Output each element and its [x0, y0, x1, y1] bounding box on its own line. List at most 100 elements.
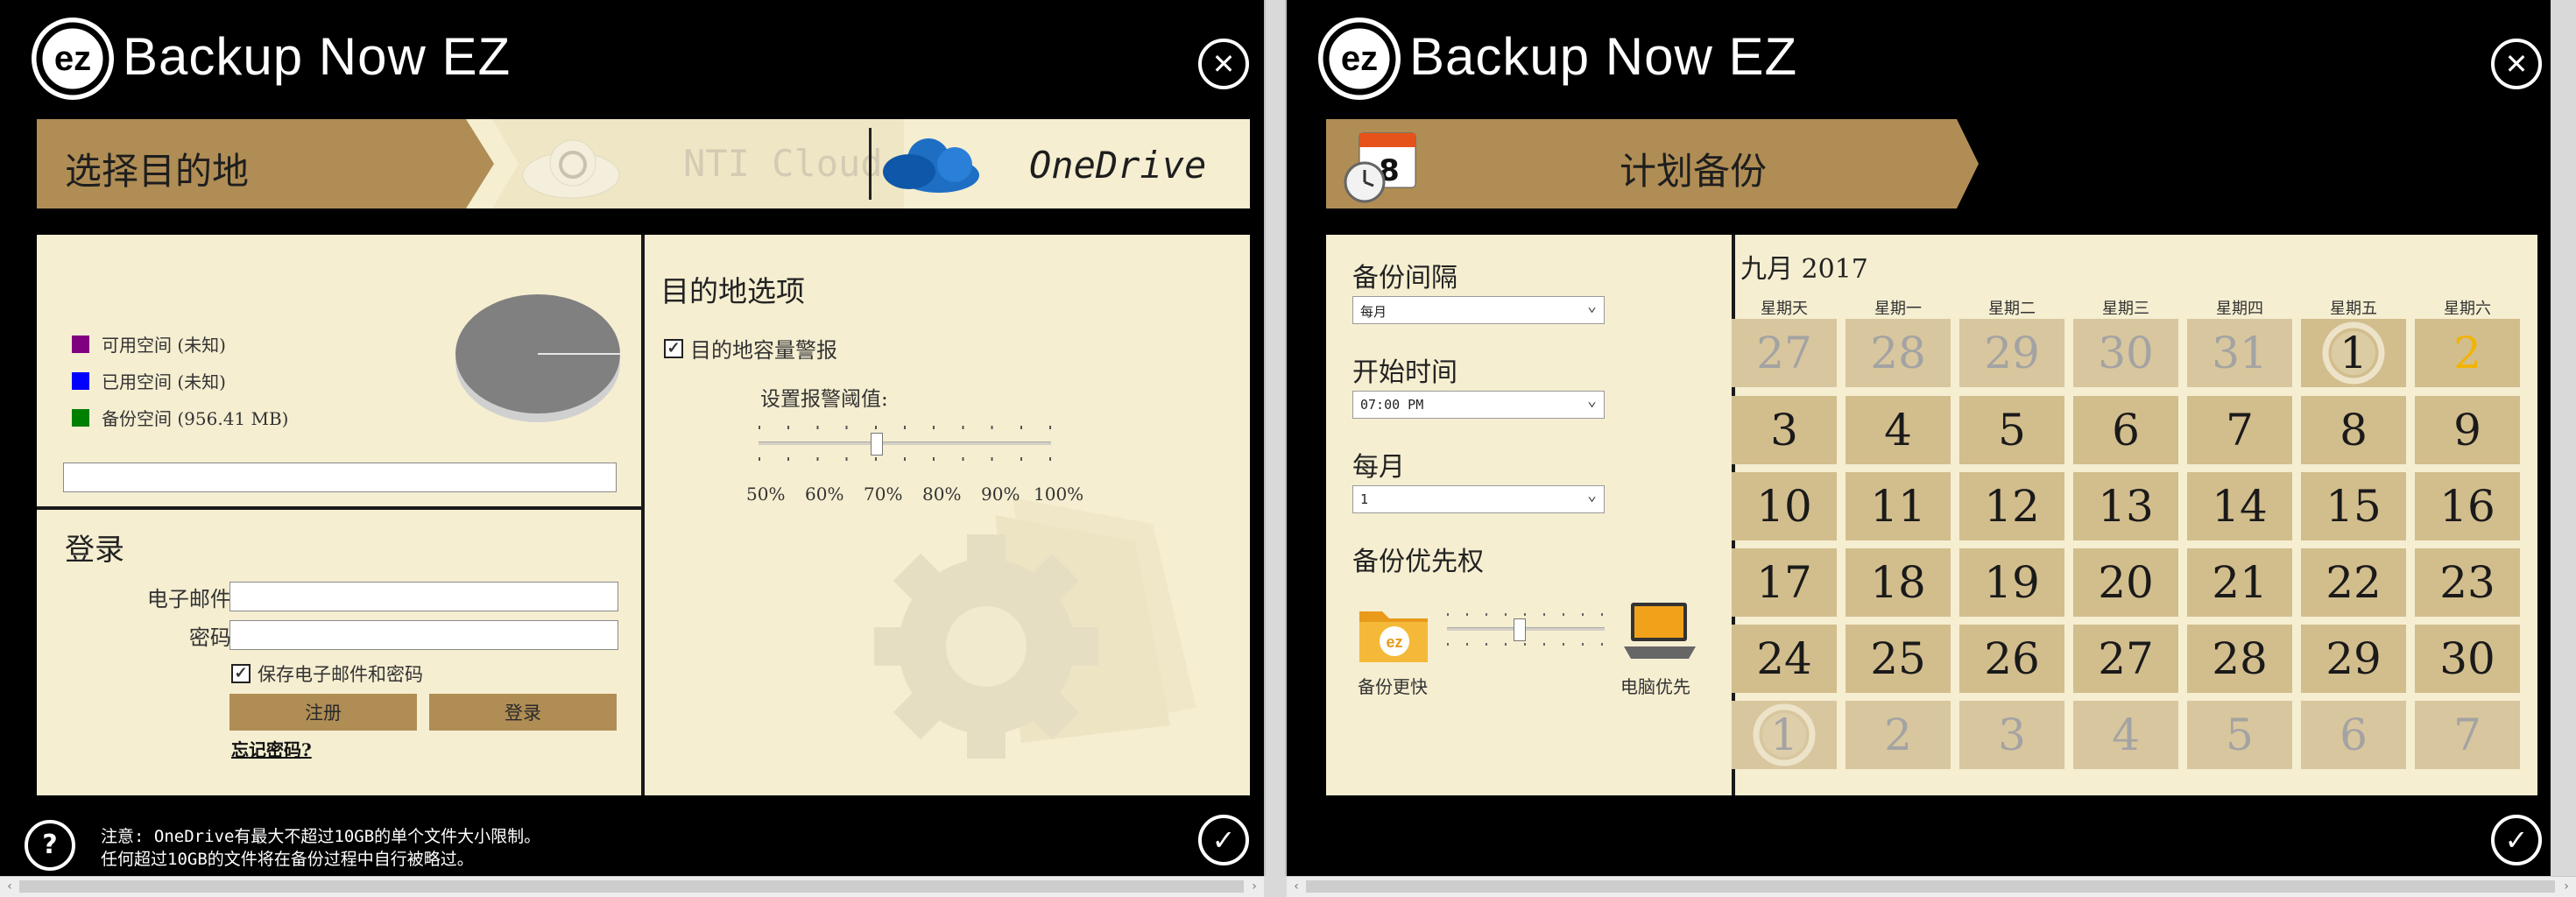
ez-logo-icon: ez: [1318, 18, 1401, 100]
threshold-label: 设置报警阈值:: [760, 388, 888, 411]
calendar-day-scheduled-next[interactable]: 1: [1732, 701, 1837, 769]
calendar-day[interactable]: 11: [1846, 472, 1951, 540]
monthly-day-dropdown[interactable]: 1: [1352, 485, 1605, 513]
checkmark-icon: ✓: [2504, 823, 2529, 857]
start-time-dropdown[interactable]: 07:00 PM: [1352, 391, 1605, 419]
calendar-day[interactable]: 22: [2301, 548, 2406, 617]
threshold-slider[interactable]: [759, 426, 1056, 470]
weekday-tue: 星期二: [1988, 300, 2036, 318]
calendar-day[interactable]: 5: [1959, 396, 2064, 464]
priority-slider-thumb[interactable]: [1514, 618, 1526, 641]
scrollbar-thumb[interactable]: [1306, 880, 2555, 893]
capacity-warning-checkbox[interactable]: ✓ 目的地容量警报: [664, 333, 837, 364]
confirm-button[interactable]: ✓: [2491, 815, 2542, 865]
forgot-password-link[interactable]: 忘记密码?: [231, 736, 312, 761]
calendar-day[interactable]: 12: [1959, 472, 2064, 540]
computer-icon: [1624, 603, 1696, 659]
backup-folder-icon: ez: [1359, 611, 1428, 662]
priority-slider[interactable]: [1447, 611, 1605, 650]
calendar-day[interactable]: 23: [2415, 548, 2520, 617]
login-button[interactable]: 登录: [429, 694, 617, 731]
calendar-day[interactable]: 17: [1732, 548, 1837, 617]
calendar-day[interactable]: 27: [2073, 625, 2178, 693]
used-swatch: [72, 371, 89, 390]
calendar-day[interactable]: 13: [2073, 472, 2178, 540]
calendar-day[interactable]: 6: [2301, 701, 2406, 769]
scroll-right-icon[interactable]: ›: [2558, 879, 2574, 894]
remember-credentials-checkbox[interactable]: ✓ 保存电子邮件和密码: [231, 660, 423, 687]
nti-cloud-icon: [522, 139, 620, 199]
calendar-day[interactable]: 10: [1732, 472, 1837, 540]
left-horizontal-scrollbar[interactable]: ‹ ›: [0, 876, 1264, 897]
help-icon: ?: [42, 830, 58, 860]
register-button[interactable]: 注册: [229, 694, 417, 731]
calendar-day[interactable]: 9: [2415, 396, 2520, 464]
calendar-day[interactable]: 25: [1846, 625, 1951, 693]
calendar-day[interactable]: 18: [1846, 548, 1951, 617]
legend-available: 可用空间 (未知): [72, 331, 226, 357]
calendar-day[interactable]: 28: [1846, 319, 1951, 387]
close-button[interactable]: ✕: [2491, 39, 2542, 89]
calendar-day[interactable]: 14: [2187, 472, 2292, 540]
calendar-day[interactable]: 6: [2073, 396, 2178, 464]
weekday-fri: 星期五: [2330, 300, 2377, 318]
password-label: 密码:: [188, 625, 238, 650]
right-horizontal-scrollbar[interactable]: ‹ ›: [1287, 876, 2576, 897]
calendar-day[interactable]: 30: [2073, 319, 2178, 387]
svg-text:ez: ez: [1341, 39, 1378, 78]
destination-header: NTI Cloud 选择目的地 OneDrive: [37, 119, 1250, 208]
calendar-day-today[interactable]: 2: [2415, 319, 2520, 387]
calendar-day[interactable]: 3: [1732, 396, 1837, 464]
destination-options-panel: 目的地选项 ✓ 目的地容量警报 设置报警阈值:: [645, 235, 1250, 795]
calendar-day[interactable]: 26: [1959, 625, 2064, 693]
priority-computer-label: 电脑优先: [1620, 676, 1690, 697]
nti-cloud-option[interactable]: NTI Cloud: [492, 119, 904, 208]
scroll-right-icon[interactable]: ›: [1246, 879, 1262, 894]
calendar-day[interactable]: 29: [2301, 625, 2406, 693]
calendar-day[interactable]: 4: [1846, 396, 1951, 464]
weekday-mon: 星期一: [1874, 300, 1922, 318]
onedrive-cloud-icon: [883, 138, 979, 193]
scale-label-60: 60%: [805, 484, 844, 505]
calendar-day[interactable]: 20: [2073, 548, 2178, 617]
calendar-day[interactable]: 8: [2301, 396, 2406, 464]
schedule-options-panel: 备份间隔 每月 开始时间 07:00 PM 每月 1 备份优先权 ez 备份更快…: [1326, 235, 1732, 795]
calendar-day[interactable]: 19: [1959, 548, 2064, 617]
scroll-left-icon[interactable]: ‹: [2, 879, 18, 894]
calendar-clock-icon: 8: [1344, 132, 1416, 203]
calendar-day[interactable]: 29: [1959, 319, 2064, 387]
calendar-day[interactable]: 3: [1959, 701, 2064, 769]
onedrive-option[interactable]: OneDrive: [876, 119, 1250, 208]
confirm-button[interactable]: ✓: [1198, 815, 1249, 865]
help-button[interactable]: ?: [25, 820, 75, 871]
calendar-day[interactable]: 15: [2301, 472, 2406, 540]
schedule-step-label: 计划备份: [1620, 150, 1768, 193]
checkbox-checked-icon: ✓: [231, 664, 251, 683]
calendar-day[interactable]: 24: [1732, 625, 1837, 693]
calendar-day[interactable]: 7: [2187, 396, 2292, 464]
calendar-day-scheduled[interactable]: 1: [2301, 319, 2406, 387]
calendar-day[interactable]: 21: [2187, 548, 2292, 617]
weekday-wed: 星期三: [2102, 300, 2149, 318]
calendar-day[interactable]: 16: [2415, 472, 2520, 540]
calendar-month-title: 九月 2017: [1740, 254, 1868, 285]
calendar-day[interactable]: 31: [2187, 319, 2292, 387]
threshold-slider-thumb[interactable]: [871, 433, 883, 456]
scrollbar-thumb[interactable]: [19, 880, 1244, 893]
calendar-day[interactable]: 4: [2073, 701, 2178, 769]
calendar-day[interactable]: 28: [2187, 625, 2292, 693]
calendar-day[interactable]: 30: [2415, 625, 2520, 693]
legend-used: 已用空间 (未知): [72, 368, 226, 393]
email-field[interactable]: [229, 582, 618, 611]
close-button[interactable]: ✕: [1198, 39, 1249, 89]
storage-progress-bar: [63, 463, 617, 492]
nti-cloud-label: NTI Cloud: [683, 142, 883, 185]
calendar-day[interactable]: 2: [1846, 701, 1951, 769]
scroll-left-icon[interactable]: ‹: [1288, 879, 1304, 894]
calendar-day[interactable]: 27: [1732, 319, 1837, 387]
password-field[interactable]: [229, 620, 618, 650]
calendar-day[interactable]: 7: [2415, 701, 2520, 769]
start-time-label: 开始时间: [1352, 357, 1457, 388]
interval-dropdown[interactable]: 每月: [1352, 296, 1605, 324]
calendar-day[interactable]: 5: [2187, 701, 2292, 769]
